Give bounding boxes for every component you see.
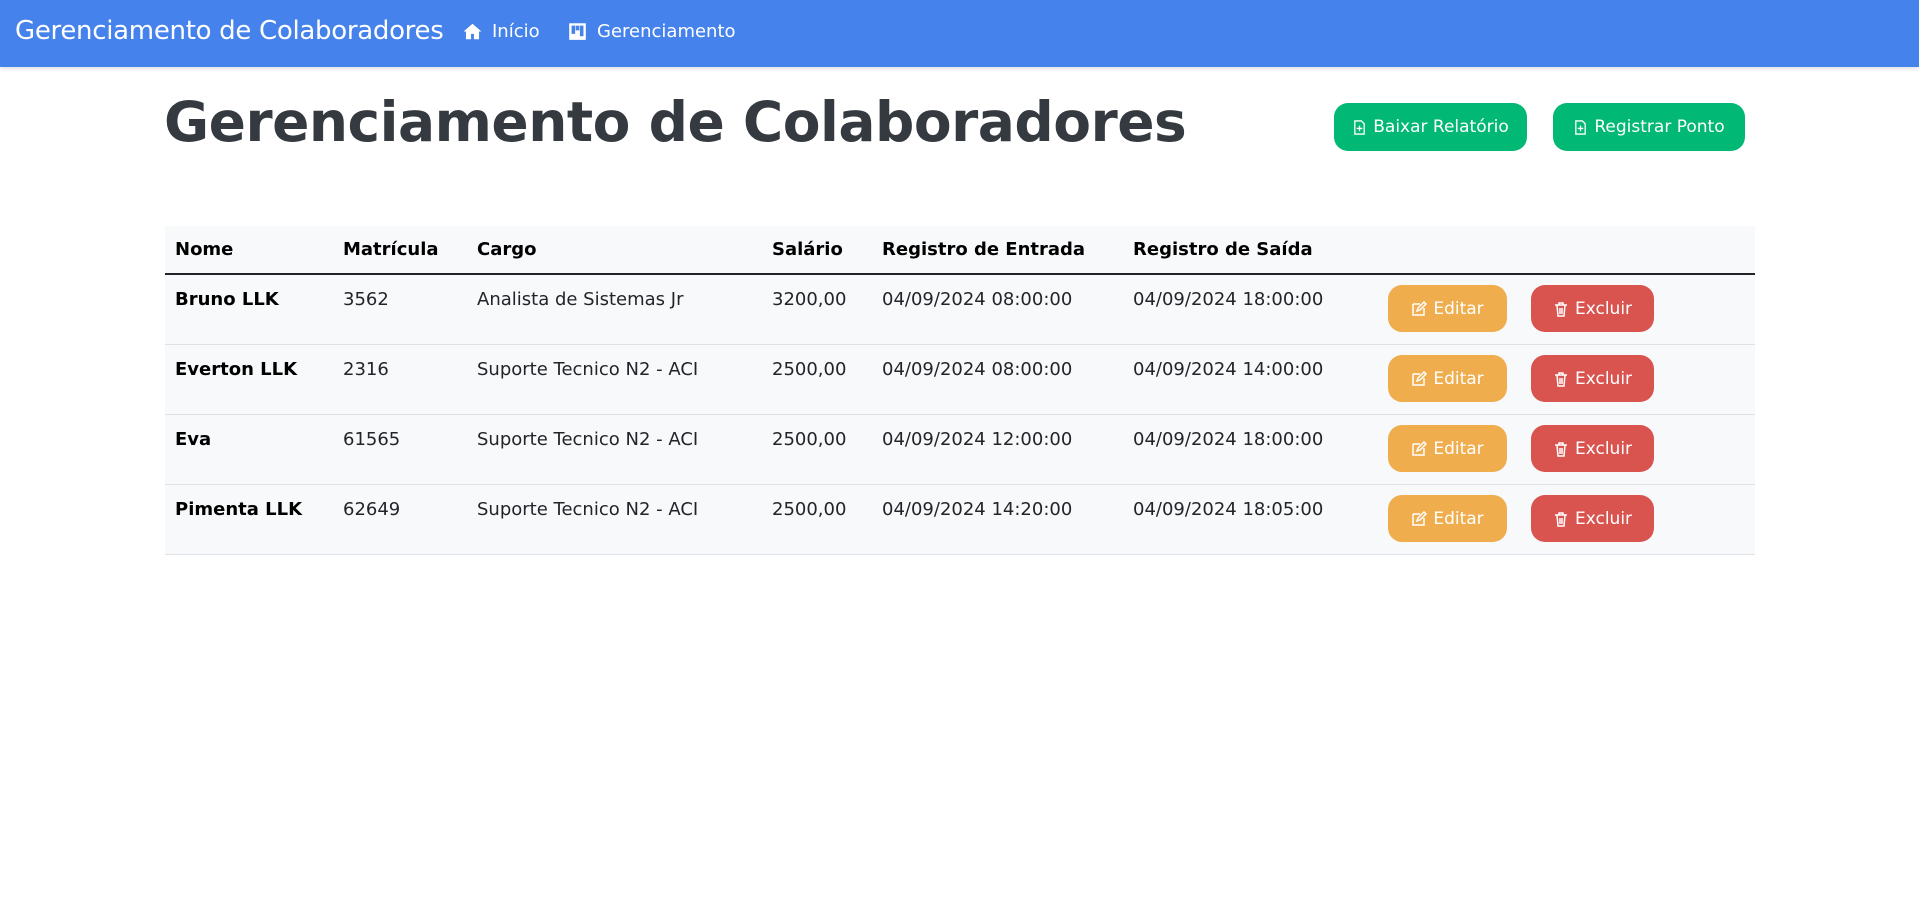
trash-icon <box>1554 511 1567 527</box>
table-row: Bruno LLK 3562 Analista de Sistemas Jr 3200… <box>165 274 1755 345</box>
cell-cargo: Suporte Tecnico N2 - ACI <box>477 499 699 520</box>
edit-icon <box>1412 510 1428 526</box>
cell-cargo: Suporte Tecnico N2 - ACI <box>477 429 699 450</box>
cell-cargo: Analista de Sistemas Jr <box>477 289 684 310</box>
cell-nome: Pimenta LLK <box>175 499 303 520</box>
cell-matricula: 62649 <box>343 499 401 520</box>
edit-icon <box>1412 440 1428 456</box>
cell-matricula: 61565 <box>343 429 401 450</box>
table-header-row: Nome Matrícula Cargo Salário Registro de… <box>165 226 1755 275</box>
cell-entrada: 04/09/2024 08:00:00 <box>882 289 1073 310</box>
navbar-brand[interactable]: Gerenciamento de Colaboradores <box>15 16 444 46</box>
nav-link-gerenciamento[interactable]: Gerenciamento <box>568 21 736 42</box>
cell-nome: Eva <box>175 429 212 450</box>
cell-entrada: 04/09/2024 14:20:00 <box>882 499 1073 520</box>
cell-saida: 04/09/2024 18:00:00 <box>1133 289 1324 310</box>
cell-entrada: 04/09/2024 12:00:00 <box>882 429 1073 450</box>
edit-button[interactable]: Editar <box>1388 285 1507 332</box>
header-entrada[interactable]: Registro de Entrada <box>872 226 1123 275</box>
cell-actions: Editar Excluir <box>1378 485 1755 555</box>
table-row: Everton LLK 2316 Suporte Tecnico N2 - ACI 2… <box>165 344 1755 415</box>
edit-icon <box>1412 370 1428 386</box>
cell-salario: 2500,00 <box>772 499 847 520</box>
cell-nome: Everton LLK <box>175 359 298 380</box>
edit-button[interactable]: Editar <box>1388 355 1507 402</box>
file-plus-icon <box>1575 119 1587 135</box>
file-plus-icon <box>1354 119 1366 135</box>
cell-salario: 3200,00 <box>772 289 847 310</box>
edit-button[interactable]: Editar <box>1388 425 1507 472</box>
delete-button[interactable]: Excluir <box>1531 425 1654 472</box>
header-nome[interactable]: Nome <box>165 226 333 275</box>
cell-actions: Editar Excluir <box>1378 345 1755 415</box>
table-row: Pimenta LLK 62649 Suporte Tecnico N2 - ACI… <box>165 484 1755 555</box>
delete-button[interactable]: Excluir <box>1531 495 1654 542</box>
nav-link-label: Gerenciamento <box>597 21 736 42</box>
employees-table: Nome Matrícula Cargo Salário Registro de… <box>165 226 1755 555</box>
cell-saida: 04/09/2024 18:05:00 <box>1133 499 1324 520</box>
header-actions <box>1378 226 1755 275</box>
header-cargo[interactable]: Cargo <box>467 226 762 275</box>
cell-entrada: 04/09/2024 08:00:00 <box>882 359 1073 380</box>
header-saida[interactable]: Registro de Saída <box>1123 226 1378 275</box>
cell-actions: Editar Excluir <box>1378 415 1755 485</box>
cell-nome: Bruno LLK <box>175 289 279 310</box>
cell-saida: 04/09/2024 18:00:00 <box>1133 429 1324 450</box>
nav-link-label: Início <box>492 21 540 42</box>
nav-link-inicio[interactable]: Início <box>463 21 540 42</box>
trash-icon <box>1554 441 1567 457</box>
trash-icon <box>1554 371 1567 387</box>
header-matricula[interactable]: Matrícula <box>333 226 467 275</box>
page-title: Gerenciamento de Colaboradores <box>164 90 1187 154</box>
edit-button[interactable]: Editar <box>1388 495 1507 542</box>
delete-button[interactable]: Excluir <box>1531 285 1654 332</box>
table-row: Eva 61565 Suporte Tecnico N2 - ACI 2500,00 0… <box>165 414 1755 485</box>
trash-icon <box>1554 301 1567 317</box>
cell-cargo: Suporte Tecnico N2 - ACI <box>477 359 699 380</box>
top-navbar: Gerenciamento de Colaboradores Início Ge… <box>0 0 1919 67</box>
cell-matricula: 3562 <box>343 289 389 310</box>
cell-saida: 04/09/2024 14:00:00 <box>1133 359 1324 380</box>
kanban-icon <box>569 23 586 40</box>
register-point-button[interactable]: Registrar Ponto <box>1553 103 1745 151</box>
download-report-button[interactable]: Baixar Relatório <box>1334 103 1527 151</box>
cell-actions: Editar Excluir <box>1378 274 1755 345</box>
delete-button[interactable]: Excluir <box>1531 355 1654 402</box>
cell-matricula: 2316 <box>343 359 389 380</box>
edit-icon <box>1412 300 1428 316</box>
header-salario[interactable]: Salário <box>762 226 872 275</box>
cell-salario: 2500,00 <box>772 359 847 380</box>
home-icon <box>463 23 482 40</box>
cell-salario: 2500,00 <box>772 429 847 450</box>
